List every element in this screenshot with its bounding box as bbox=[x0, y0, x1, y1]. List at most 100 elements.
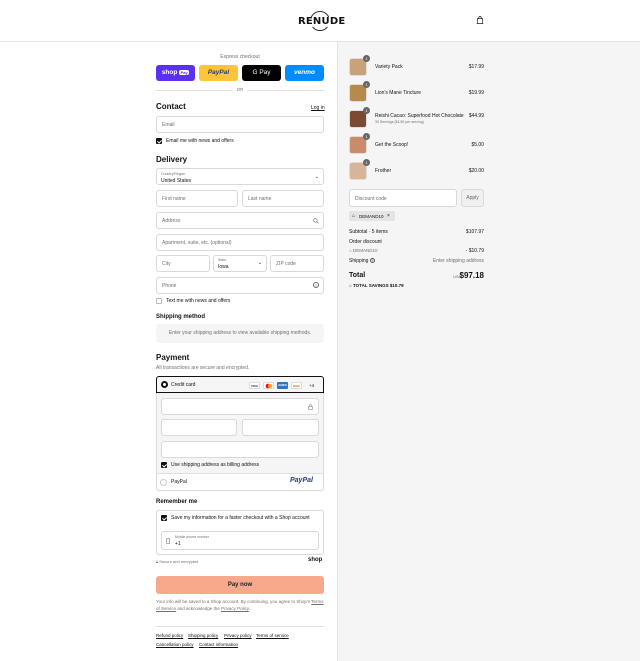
discount-tag-code: DEMAND10 bbox=[359, 213, 384, 219]
first-name-placeholder: First name bbox=[162, 196, 186, 202]
text-news-label: Text me with news and offers bbox=[166, 298, 231, 304]
product-price: $5.00 bbox=[471, 142, 484, 148]
product-thumbnail: 1 bbox=[349, 55, 370, 76]
last-name-field[interactable]: Last name bbox=[242, 190, 324, 207]
visa-icon: VISA bbox=[249, 382, 260, 389]
product-name: Reishi Cacao: Superfood Hot Chocolate bbox=[375, 113, 464, 119]
subtotal-label: Subtotal · 5 items bbox=[349, 229, 388, 235]
city-field[interactable]: City bbox=[156, 255, 210, 272]
subtotal-value: $107.97 bbox=[465, 229, 484, 235]
security-code-field[interactable] bbox=[242, 419, 319, 436]
privacy-policy-footer-link[interactable]: Privacy policy bbox=[224, 633, 252, 638]
paypal-logo: PayPal bbox=[290, 477, 313, 484]
billing-address-checkbox[interactable] bbox=[161, 462, 167, 468]
total-label: Total bbox=[349, 272, 366, 279]
shipping-method-note: Enter your shipping address to view avai… bbox=[156, 324, 324, 343]
payment-subtitle: All transactions are secure and encrypte… bbox=[156, 365, 250, 371]
help-icon[interactable]: ? bbox=[369, 258, 375, 263]
shop-pay-label: shop bbox=[161, 69, 178, 76]
secure-note: 🔒︎ Secure and encrypted bbox=[156, 559, 198, 564]
discount-code-field[interactable]: Discount code bbox=[349, 189, 457, 207]
paypal-radio[interactable] bbox=[160, 479, 167, 486]
contact-information-link[interactable]: Contact information bbox=[199, 642, 238, 647]
credit-card-radio[interactable] bbox=[161, 381, 168, 388]
save-info-label: Save my information for a faster checkou… bbox=[171, 515, 310, 521]
shipping-policy-link[interactable]: Shipping policy bbox=[188, 633, 218, 638]
country-select[interactable]: Country/Region United States ⌄ bbox=[156, 168, 324, 185]
venmo-button[interactable]: venmo bbox=[285, 65, 324, 81]
product-thumbnail: 1 bbox=[349, 107, 370, 128]
cart-item: 1 Lion's Mane Tincture $19.99 bbox=[349, 81, 484, 103]
address-placeholder: Address bbox=[162, 218, 181, 224]
paypal-express-button[interactable]: PayPal bbox=[199, 65, 238, 81]
quantity-badge: 1 bbox=[363, 55, 370, 62]
email-news-checkbox[interactable] bbox=[156, 138, 162, 144]
zip-field[interactable]: ZIP code bbox=[270, 255, 324, 272]
billing-address-label: Use shipping address as billing address bbox=[171, 462, 260, 468]
cart-items: 1 Variety Pack $17.99 1 Lion's Mane Tinc… bbox=[349, 55, 484, 187]
state-value: Iowa bbox=[218, 264, 229, 270]
product-price: $19.99 bbox=[468, 90, 484, 96]
first-name-field[interactable]: First name bbox=[156, 190, 238, 207]
lock-icon: 🔒︎ bbox=[156, 559, 159, 564]
discount-code-placeholder: Discount code bbox=[355, 196, 387, 202]
refund-policy-link[interactable]: Refund policy bbox=[156, 633, 183, 638]
brand-logo[interactable]: RENUDE bbox=[298, 11, 346, 33]
cancellation-policy-link[interactable]: Cancellation policy bbox=[156, 642, 194, 647]
order-discount-label: Order discount bbox=[349, 239, 382, 245]
terms-of-service-footer-link[interactable]: Terms of service bbox=[256, 633, 289, 638]
login-link[interactable]: Log in bbox=[311, 105, 325, 111]
shop-pay-button[interactable]: shop Pay bbox=[156, 65, 195, 81]
apply-discount-button[interactable]: Apply bbox=[461, 189, 484, 207]
email-placeholder: Email bbox=[162, 122, 175, 128]
product-name: Get the Scoop! bbox=[375, 142, 409, 148]
cart-item: 1 Variety Pack $17.99 bbox=[349, 55, 484, 77]
tag-icon: ⌂ bbox=[349, 283, 352, 288]
delivery-heading: Delivery bbox=[156, 155, 188, 164]
help-icon[interactable]: ? bbox=[313, 282, 319, 288]
state-select[interactable]: State Iowa ⌄ bbox=[213, 255, 267, 272]
shopping-bag-icon[interactable] bbox=[476, 16, 484, 24]
phone-field[interactable]: Phone ? bbox=[156, 277, 324, 294]
state-label: State bbox=[218, 258, 227, 262]
order-discount-code: ⌂ DEMAND10 bbox=[349, 248, 378, 253]
privacy-policy-link[interactable]: Privacy Policy bbox=[221, 606, 249, 611]
payment-heading: Payment bbox=[156, 353, 190, 362]
product-price: $44.99 bbox=[468, 113, 484, 119]
shipping-label: Shipping ? bbox=[349, 258, 375, 264]
discover-icon: DISC bbox=[291, 382, 302, 389]
remember-me-heading: Remember me bbox=[156, 499, 198, 505]
brand-name: RENUDE bbox=[298, 16, 346, 27]
header: RENUDE bbox=[0, 0, 640, 42]
total-savings: ⌂ TOTAL SAVINGS $10.79 bbox=[349, 283, 404, 288]
apartment-field[interactable]: Apartment, suite, etc. (optional) bbox=[156, 234, 324, 251]
product-thumbnail: 1 bbox=[349, 81, 370, 102]
mobile-phone-field[interactable]: Mobile phone number +1 bbox=[161, 531, 319, 550]
text-news-checkbox[interactable] bbox=[156, 298, 162, 304]
footer-divider bbox=[156, 626, 324, 627]
save-info-checkbox[interactable] bbox=[161, 515, 167, 521]
lock-icon bbox=[308, 404, 313, 410]
country-label: Country/Region bbox=[161, 172, 186, 176]
shop-logo: shop bbox=[308, 557, 323, 563]
address-field[interactable]: Address bbox=[156, 212, 324, 229]
quantity-badge: 1 bbox=[363, 107, 370, 114]
cart-item: 1 Reishi Cacao: Superfood Hot Chocolate … bbox=[349, 107, 484, 129]
name-on-card-field[interactable] bbox=[161, 441, 319, 458]
contact-heading: Contact bbox=[156, 102, 186, 111]
google-pay-button[interactable]: G Pay bbox=[242, 65, 281, 81]
city-placeholder: City bbox=[162, 261, 171, 267]
divider bbox=[156, 473, 324, 474]
remove-discount-icon[interactable]: × bbox=[387, 213, 390, 219]
card-number-field[interactable] bbox=[161, 398, 319, 415]
pay-now-button[interactable]: Pay now bbox=[156, 576, 324, 594]
product-price: $20.00 bbox=[468, 168, 484, 174]
quantity-badge: 1 bbox=[363, 159, 370, 166]
expiry-field[interactable] bbox=[161, 419, 237, 436]
product-thumbnail: 1 bbox=[349, 133, 370, 154]
total-value: $97.18 bbox=[459, 271, 484, 280]
product-price: $17.99 bbox=[468, 64, 484, 70]
paypal-option-label[interactable]: PayPal bbox=[171, 479, 187, 485]
mobile-phone-label: Mobile phone number bbox=[175, 535, 209, 539]
email-field[interactable]: Email bbox=[156, 116, 324, 133]
